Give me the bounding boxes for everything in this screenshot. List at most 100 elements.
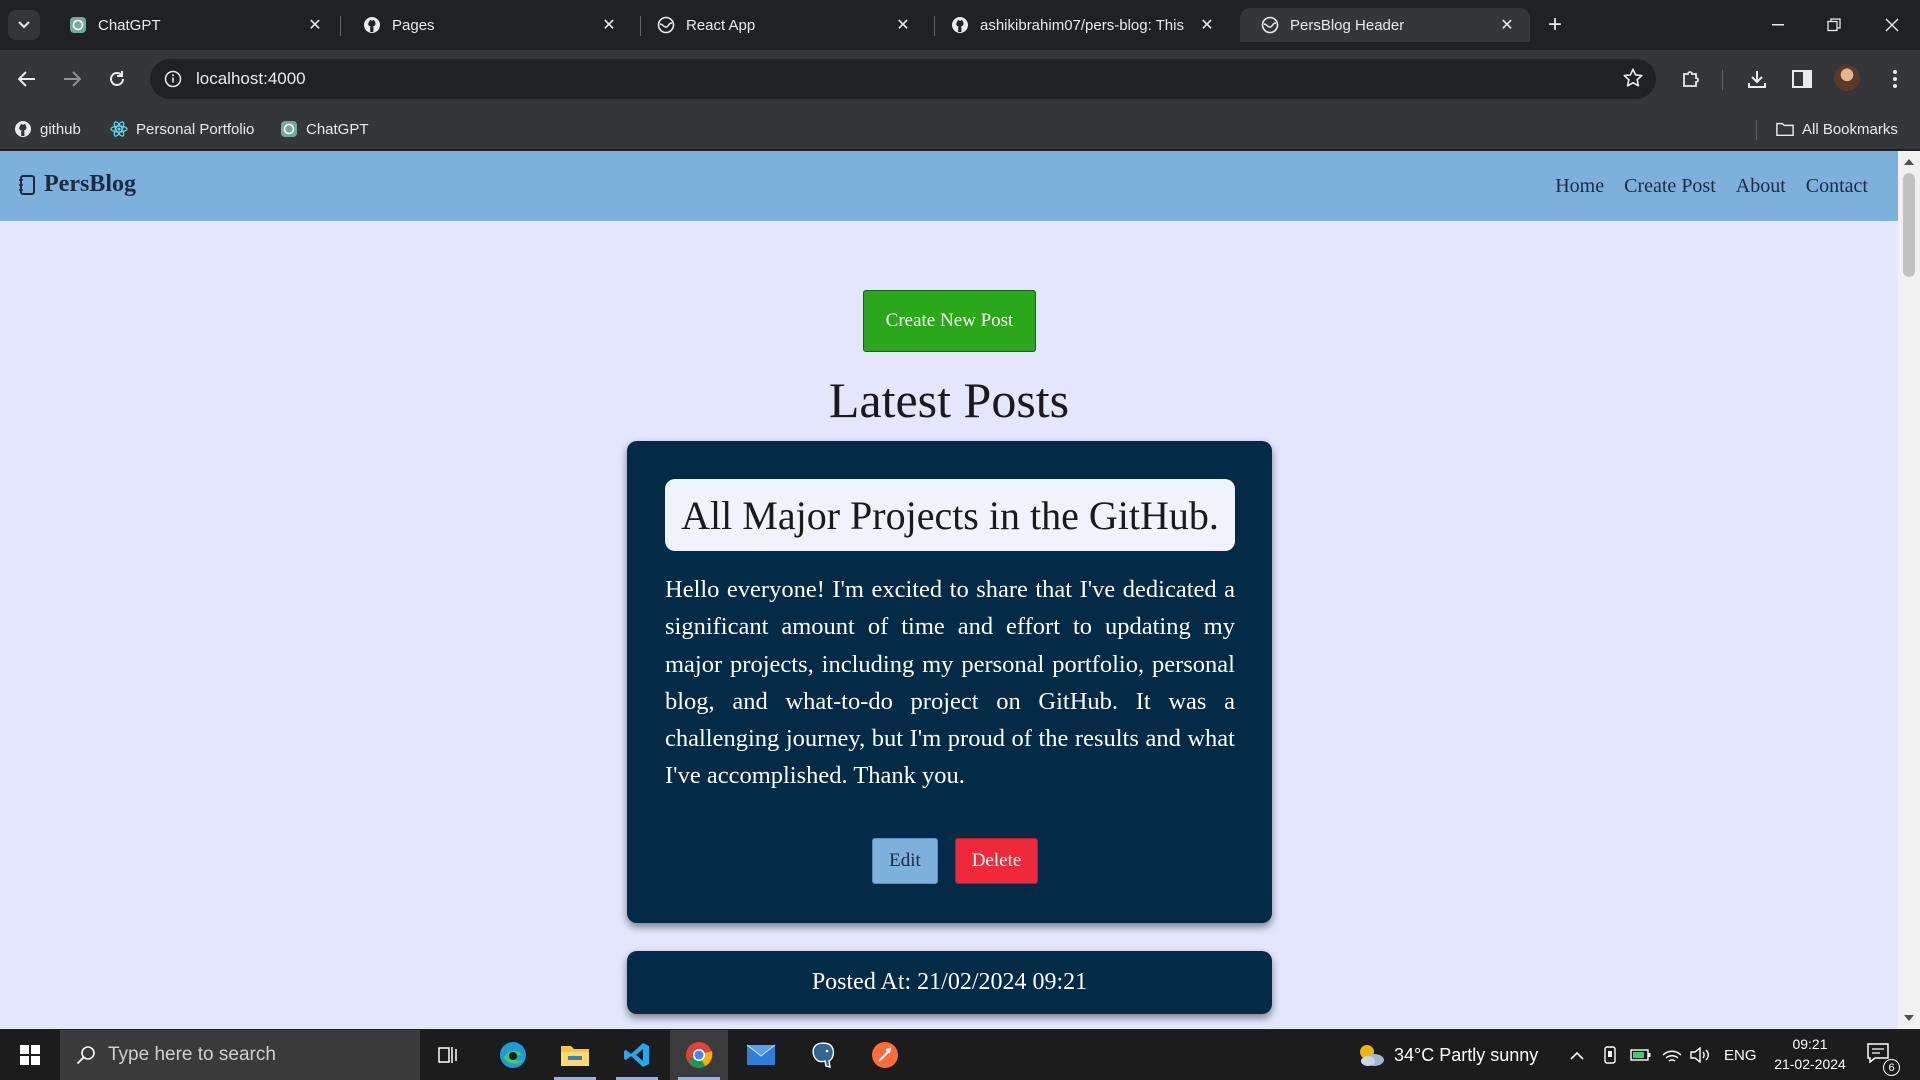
bookmark-chatgpt[interactable]: ChatGPT: [280, 116, 369, 142]
notifications-button[interactable]: 6: [1866, 1042, 1900, 1076]
site-info-icon[interactable]: [162, 68, 184, 90]
profile-avatar[interactable]: [1834, 65, 1860, 91]
close-icon[interactable]: ✕: [596, 12, 622, 38]
taskbar-postgresql[interactable]: [794, 1030, 852, 1080]
scroll-down-arrow-icon[interactable]: [1904, 1015, 1914, 1021]
speaker-icon: [1690, 1047, 1709, 1063]
taskbar-edge[interactable]: [484, 1030, 542, 1080]
browser-toolbar: localhost:4000: [0, 50, 1920, 108]
battery-icon: [1630, 1049, 1651, 1061]
tab-title: React App: [686, 16, 756, 34]
vscode-icon: [624, 1043, 649, 1067]
folder-icon: [561, 1046, 589, 1066]
latest-posts-heading: Latest Posts: [828, 372, 1070, 428]
close-icon[interactable]: ✕: [890, 12, 916, 38]
back-arrow-icon: [18, 71, 35, 87]
posted-at-text: Posted At: 21/02/2024 09:21: [811, 969, 1088, 995]
nav-contact[interactable]: Contact: [1806, 175, 1868, 198]
taskbar-file-explorer[interactable]: [546, 1030, 604, 1080]
tab-title: PersBlog Header: [1290, 16, 1405, 34]
show-hidden-icons-button[interactable]: [1570, 1030, 1584, 1080]
puzzle-icon: [1683, 71, 1699, 87]
minimize-button[interactable]: [1750, 0, 1806, 50]
tab-search-button[interactable]: [8, 10, 40, 40]
taskbar-search-placeholder: Type here to search: [108, 1044, 276, 1065]
bookmark-star-icon[interactable]: [1622, 67, 1644, 94]
reload-button[interactable]: [102, 64, 132, 94]
task-view-icon: [438, 1047, 457, 1063]
task-view-button[interactable]: [420, 1030, 478, 1080]
taskbar-chrome[interactable]: [670, 1030, 728, 1080]
battery-tray-icon[interactable]: [1630, 1030, 1652, 1080]
delete-post-button[interactable]: Delete: [955, 838, 1038, 884]
search-icon: [76, 1045, 96, 1065]
close-icon[interactable]: ✕: [1194, 12, 1220, 38]
side-panel-icon: [1792, 70, 1812, 88]
chatgpt-icon: [280, 120, 298, 138]
bookmark-label: github: [40, 120, 81, 138]
edit-post-button[interactable]: Edit: [872, 838, 938, 884]
bookmark-label: Personal Portfolio: [136, 120, 255, 138]
close-window-button[interactable]: [1864, 0, 1920, 50]
all-bookmarks-label: All Bookmarks: [1802, 120, 1898, 138]
create-new-post-button[interactable]: Create New Post: [863, 290, 1036, 352]
nav-home[interactable]: Home: [1555, 175, 1604, 198]
nav-about[interactable]: About: [1736, 175, 1786, 198]
nav-create-post[interactable]: Create Post: [1624, 175, 1716, 198]
tab-title: ChatGPT: [98, 16, 161, 34]
taskbar-vscode[interactable]: [608, 1030, 666, 1080]
close-icon: [1885, 18, 1899, 32]
bookmark-label: ChatGPT: [306, 120, 369, 138]
post-body: Hello everyone! I'm excited to share tha…: [665, 576, 1235, 790]
language-indicator[interactable]: ENG: [1724, 1030, 1757, 1080]
scrollbar-thumb[interactable]: [1903, 173, 1915, 277]
taskbar-search-box[interactable]: Type here to search: [60, 1030, 420, 1080]
bookmark-personal-portfolio[interactable]: Personal Portfolio: [110, 116, 254, 142]
react-icon: [110, 120, 128, 138]
github-icon: [362, 15, 382, 35]
address-bar[interactable]: localhost:4000: [150, 59, 1656, 99]
windows-taskbar: Type here to search 34°C Partly sunny EN…: [0, 1030, 1920, 1080]
bookmarks-bar: github Personal Portfolio ChatGPT All Bo…: [0, 108, 1920, 150]
mail-icon: [746, 1044, 776, 1065]
taskbar-mail[interactable]: [732, 1030, 790, 1080]
tab-title: Pages: [392, 16, 435, 34]
tab-persblog-header[interactable]: PersBlog Header ✕: [1240, 8, 1530, 42]
network-tray-icon[interactable]: [1662, 1030, 1682, 1080]
tab-pages[interactable]: Pages ✕: [342, 8, 632, 42]
device-icon: [1604, 1046, 1616, 1064]
reload-icon: [110, 71, 124, 86]
url-text[interactable]: localhost:4000: [196, 69, 306, 89]
extensions-button[interactable]: [1676, 64, 1706, 94]
tab-react-app[interactable]: React App ✕: [636, 8, 926, 42]
browser-menu-button[interactable]: [1880, 64, 1910, 94]
restore-button[interactable]: [1806, 0, 1862, 50]
start-button[interactable]: [0, 1030, 60, 1080]
taskbar-clock[interactable]: 09:21 21-02-2024: [1760, 1034, 1860, 1074]
close-icon[interactable]: ✕: [302, 12, 328, 38]
bookmark-github[interactable]: github: [14, 116, 81, 142]
postman-icon: [872, 1042, 898, 1068]
site-logo[interactable]: PersBlog: [18, 171, 136, 198]
posted-at-card: Posted At: 21/02/2024 09:21: [627, 951, 1272, 1014]
tab-github-repo[interactable]: ashikibrahim07/pers-blog: This ✕: [930, 8, 1230, 42]
downloads-button[interactable]: [1742, 64, 1772, 94]
chatgpt-icon: [68, 15, 88, 35]
all-bookmarks-button[interactable]: All Bookmarks: [1776, 116, 1898, 142]
tab-chatgpt[interactable]: ChatGPT ✕: [48, 8, 338, 42]
page-scrollbar[interactable]: [1898, 151, 1920, 1029]
volume-tray-icon[interactable]: [1690, 1030, 1710, 1080]
restore-icon: [1827, 18, 1841, 32]
clock-time: 09:21: [1792, 1036, 1828, 1052]
weather-widget[interactable]: 34°C Partly sunny: [1356, 1030, 1538, 1080]
close-icon[interactable]: ✕: [1494, 12, 1520, 38]
more-vertical-icon: [1893, 70, 1897, 88]
side-panel-button[interactable]: [1787, 64, 1817, 94]
device-tray-icon[interactable]: [1602, 1030, 1618, 1080]
taskbar-postman[interactable]: [856, 1030, 914, 1080]
forward-button[interactable]: [57, 64, 87, 94]
back-button[interactable]: [12, 64, 42, 94]
chevron-up-icon: [1570, 1051, 1584, 1060]
scroll-up-arrow-icon[interactable]: [1904, 159, 1914, 165]
new-tab-button[interactable]: +: [1540, 10, 1570, 40]
